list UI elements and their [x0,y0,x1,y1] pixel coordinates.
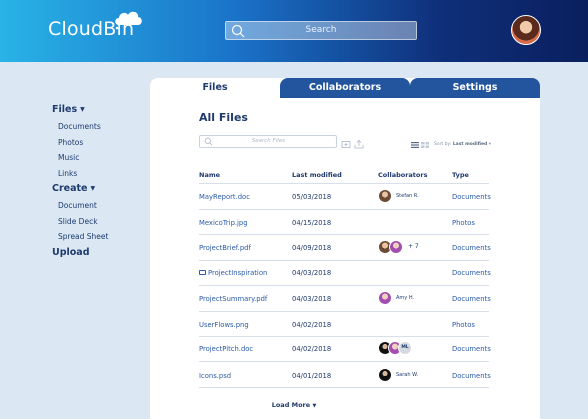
file-type: Documents [452,345,491,353]
file-type: Documents [452,193,491,201]
tab-bar: Files Collaborators Settings [150,78,540,98]
file-date: 04/09/2018 [292,244,332,252]
sidebar-item-documents[interactable]: Documents [58,119,142,135]
column-header-type[interactable]: Type [452,171,469,179]
folder-name-link[interactable]: ProjectInspiration [199,269,267,277]
chevron-down-icon: ▼ [312,403,317,409]
sidebar-nav: Files ▼ Documents Photos Music Links Crea… [52,104,142,262]
file-search-input[interactable]: Search Files [199,135,337,148]
file-name-link[interactable]: ProjectSummary.pdf [199,295,267,303]
top-header: CloudBin Search [0,0,588,62]
search-input[interactable]: Search [225,21,417,40]
sidebar-item-music[interactable]: Music [58,150,142,166]
chevron-down-icon: ▼ [80,106,85,113]
file-date: 04/02/2018 [292,321,332,329]
divider [199,361,489,362]
sidebar-item-slide-deck[interactable]: Slide Deck [58,214,142,230]
collaborators-cell[interactable]: Stefan R. [378,189,448,203]
sidebar-item-spread-sheet[interactable]: Spread Sheet [58,229,142,245]
avatar [389,240,403,254]
column-header-modified[interactable]: Last modified [292,171,342,179]
collaborators-cell[interactable]: ML [378,341,448,355]
upload-icon[interactable] [354,139,364,149]
divider [199,311,489,312]
collaborator-name: Amy H. [396,295,415,301]
file-type: Photos [452,219,475,227]
avatar [378,291,392,305]
file-search-placeholder: Search Files [251,138,285,144]
tab-collaborators[interactable]: Collaborators [280,78,410,98]
divider [199,285,489,286]
file-date: 05/03/2018 [292,193,332,201]
new-folder-icon[interactable] [341,139,351,149]
tab-settings[interactable]: Settings [410,78,540,98]
file-name-link[interactable]: MexicoTrip.jpg [199,219,248,227]
grid-view-icon[interactable] [421,142,429,148]
sidebar-item-document[interactable]: Document [58,198,142,214]
collaborator-count: + 7 [408,243,419,250]
sidebar-item-upload[interactable]: Upload [52,247,142,258]
collaborators-cell[interactable]: Amy H. [378,291,448,305]
file-type: Photos [452,321,475,329]
cloud-icon [113,11,142,31]
load-more-button[interactable]: Load More ▼ [0,401,588,409]
page-title: All Files [199,111,248,124]
chevron-down-icon: ▾ [488,142,491,147]
file-date: 04/15/2018 [292,219,332,227]
column-header-name[interactable]: Name [199,171,220,179]
file-name-link[interactable]: MayReport.doc [199,193,250,201]
divider [199,336,489,337]
column-header-collaborators[interactable]: Collaborators [378,171,427,179]
avatar [378,368,392,382]
list-view-icon[interactable] [411,142,419,148]
avatar [378,189,392,203]
collaborators-cell[interactable]: + 7 [378,240,448,254]
file-date: 04/03/2018 [292,269,332,277]
file-name-link[interactable]: Icons.psd [199,372,231,380]
user-avatar[interactable] [511,15,541,45]
sidebar-group-files[interactable]: Files ▼ [52,104,142,115]
file-type: Documents [452,295,491,303]
collaborator-name: Stefan R. [396,193,419,199]
sidebar-item-links[interactable]: Links [58,166,142,182]
file-type: Documents [452,269,491,277]
file-date: 04/01/2018 [292,372,332,380]
file-name-link[interactable]: ProjectBrief.pdf [199,244,251,252]
file-name-link[interactable]: UserFlows.png [199,321,249,329]
file-date: 04/03/2018 [292,295,332,303]
file-date: 04/02/2018 [292,345,332,353]
search-placeholder: Search [305,25,337,35]
tab-files[interactable]: Files [150,78,280,98]
sidebar-item-photos[interactable]: Photos [58,135,142,151]
sidebar-group-create[interactable]: Create ▼ [52,183,142,194]
sort-dropdown[interactable]: Sort by: Last modified ▾ [434,142,491,147]
divider [199,387,489,388]
divider [199,183,489,184]
divider [199,234,489,235]
collaborators-cell[interactable]: Sarah W. [378,368,448,382]
file-type: Documents [452,372,491,380]
divider [199,209,489,210]
folder-icon [199,270,206,275]
file-type: Documents [452,244,491,252]
collaborator-name: Sarah W. [396,372,419,378]
divider [199,260,489,261]
file-name-link[interactable]: ProjectPitch.doc [199,345,253,353]
avatar-initials: ML [398,341,412,355]
chevron-down-icon: ▼ [90,185,96,192]
